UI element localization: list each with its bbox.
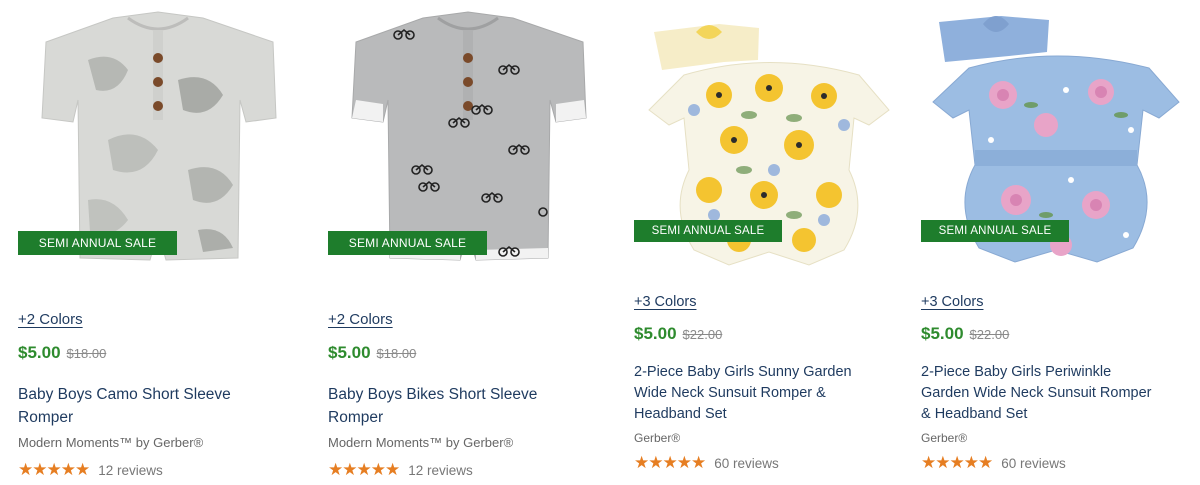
sale-price: $5.00 [328, 343, 371, 362]
sale-badge: SEMI ANNUAL SALE [634, 220, 782, 242]
brand-label: Gerber® [921, 431, 968, 445]
price-row: $5.00 $22.00 [634, 324, 722, 344]
product-image[interactable]: SEMI ANNUAL SALE [18, 0, 298, 300]
star-rating-icon: ★★★★★ [634, 453, 706, 473]
product-title-line: Baby Boys Bikes Short Sleeve [328, 386, 538, 403]
rating[interactable]: ★★★★★ 60 reviews [634, 453, 779, 473]
product-image[interactable]: SEMI ANNUAL SALE [634, 0, 904, 280]
brand-label: Modern Moments™ by Gerber® [328, 435, 514, 450]
product-title-line: & Headband Set [921, 406, 1028, 422]
product-card[interactable]: SEMI ANNUAL SALE +3 Colors $5.00 $22.00 … [921, 0, 1191, 473]
product-image[interactable]: SEMI ANNUAL SALE [921, 0, 1191, 280]
rating[interactable]: ★★★★★ 60 reviews [921, 453, 1066, 473]
product-card[interactable]: SEMI ANNUAL SALE +3 Colors $5.00 $22.00 … [634, 0, 904, 473]
product-card[interactable]: SEMI ANNUAL SALE +2 Colors $5.00 $18.00 … [18, 0, 298, 480]
sale-price: $5.00 [634, 324, 677, 343]
original-price: $18.00 [376, 346, 417, 361]
price-row: $5.00 $22.00 [921, 324, 1009, 344]
star-rating-icon: ★★★★★ [18, 460, 90, 480]
review-count[interactable]: 60 reviews [1001, 456, 1066, 471]
more-colors-link[interactable]: +3 Colors [634, 294, 696, 310]
review-count[interactable]: 12 reviews [98, 463, 163, 478]
rating[interactable]: ★★★★★ 12 reviews [18, 460, 163, 480]
sale-badge: SEMI ANNUAL SALE [18, 231, 177, 255]
product-title-line: Romper [18, 409, 74, 426]
product-title-line: Garden Wide Neck Sunsuit Romper [921, 385, 1152, 401]
original-price: $22.00 [969, 327, 1010, 342]
product-title-line: Headband Set [634, 406, 727, 422]
price-row: $5.00 $18.00 [328, 343, 416, 363]
product-title-line: 2-Piece Baby Girls Sunny Garden [634, 364, 852, 380]
product-title-line: Wide Neck Sunsuit Romper & [634, 385, 826, 401]
product-title[interactable]: 2-Piece Baby Girls Periwinkle Garden Wid… [921, 362, 1186, 425]
product-title-line: Romper [328, 409, 384, 426]
original-price: $22.00 [682, 327, 723, 342]
more-colors-link[interactable]: +2 Colors [18, 311, 83, 328]
sale-price: $5.00 [18, 343, 61, 362]
bikes-romper-image [351, 11, 587, 261]
sale-badge: SEMI ANNUAL SALE [328, 231, 487, 255]
product-title-line: 2-Piece Baby Girls Periwinkle [921, 364, 1112, 380]
product-image[interactable]: SEMI ANNUAL SALE [328, 0, 608, 300]
product-title-line: Baby Boys Camo Short Sleeve [18, 386, 231, 403]
more-colors-link[interactable]: +3 Colors [921, 294, 983, 310]
rating[interactable]: ★★★★★ 12 reviews [328, 460, 473, 480]
more-colors-link[interactable]: +2 Colors [328, 311, 393, 328]
sale-badge: SEMI ANNUAL SALE [921, 220, 1069, 242]
star-rating-icon: ★★★★★ [921, 453, 993, 473]
product-title[interactable]: 2-Piece Baby Girls Sunny Garden Wide Nec… [634, 362, 899, 425]
product-title[interactable]: Baby Boys Camo Short Sleeve Romper [18, 383, 278, 429]
original-price: $18.00 [66, 346, 107, 361]
product-card[interactable]: SEMI ANNUAL SALE +2 Colors $5.00 $18.00 … [328, 0, 608, 480]
product-title[interactable]: Baby Boys Bikes Short Sleeve Romper [328, 383, 588, 429]
star-rating-icon: ★★★★★ [328, 460, 400, 480]
brand-label: Modern Moments™ by Gerber® [18, 435, 204, 450]
sale-price: $5.00 [921, 324, 964, 343]
review-count[interactable]: 12 reviews [408, 463, 473, 478]
brand-label: Gerber® [634, 431, 681, 445]
price-row: $5.00 $18.00 [18, 343, 106, 363]
review-count[interactable]: 60 reviews [714, 456, 779, 471]
camo-romper-image [41, 11, 277, 261]
